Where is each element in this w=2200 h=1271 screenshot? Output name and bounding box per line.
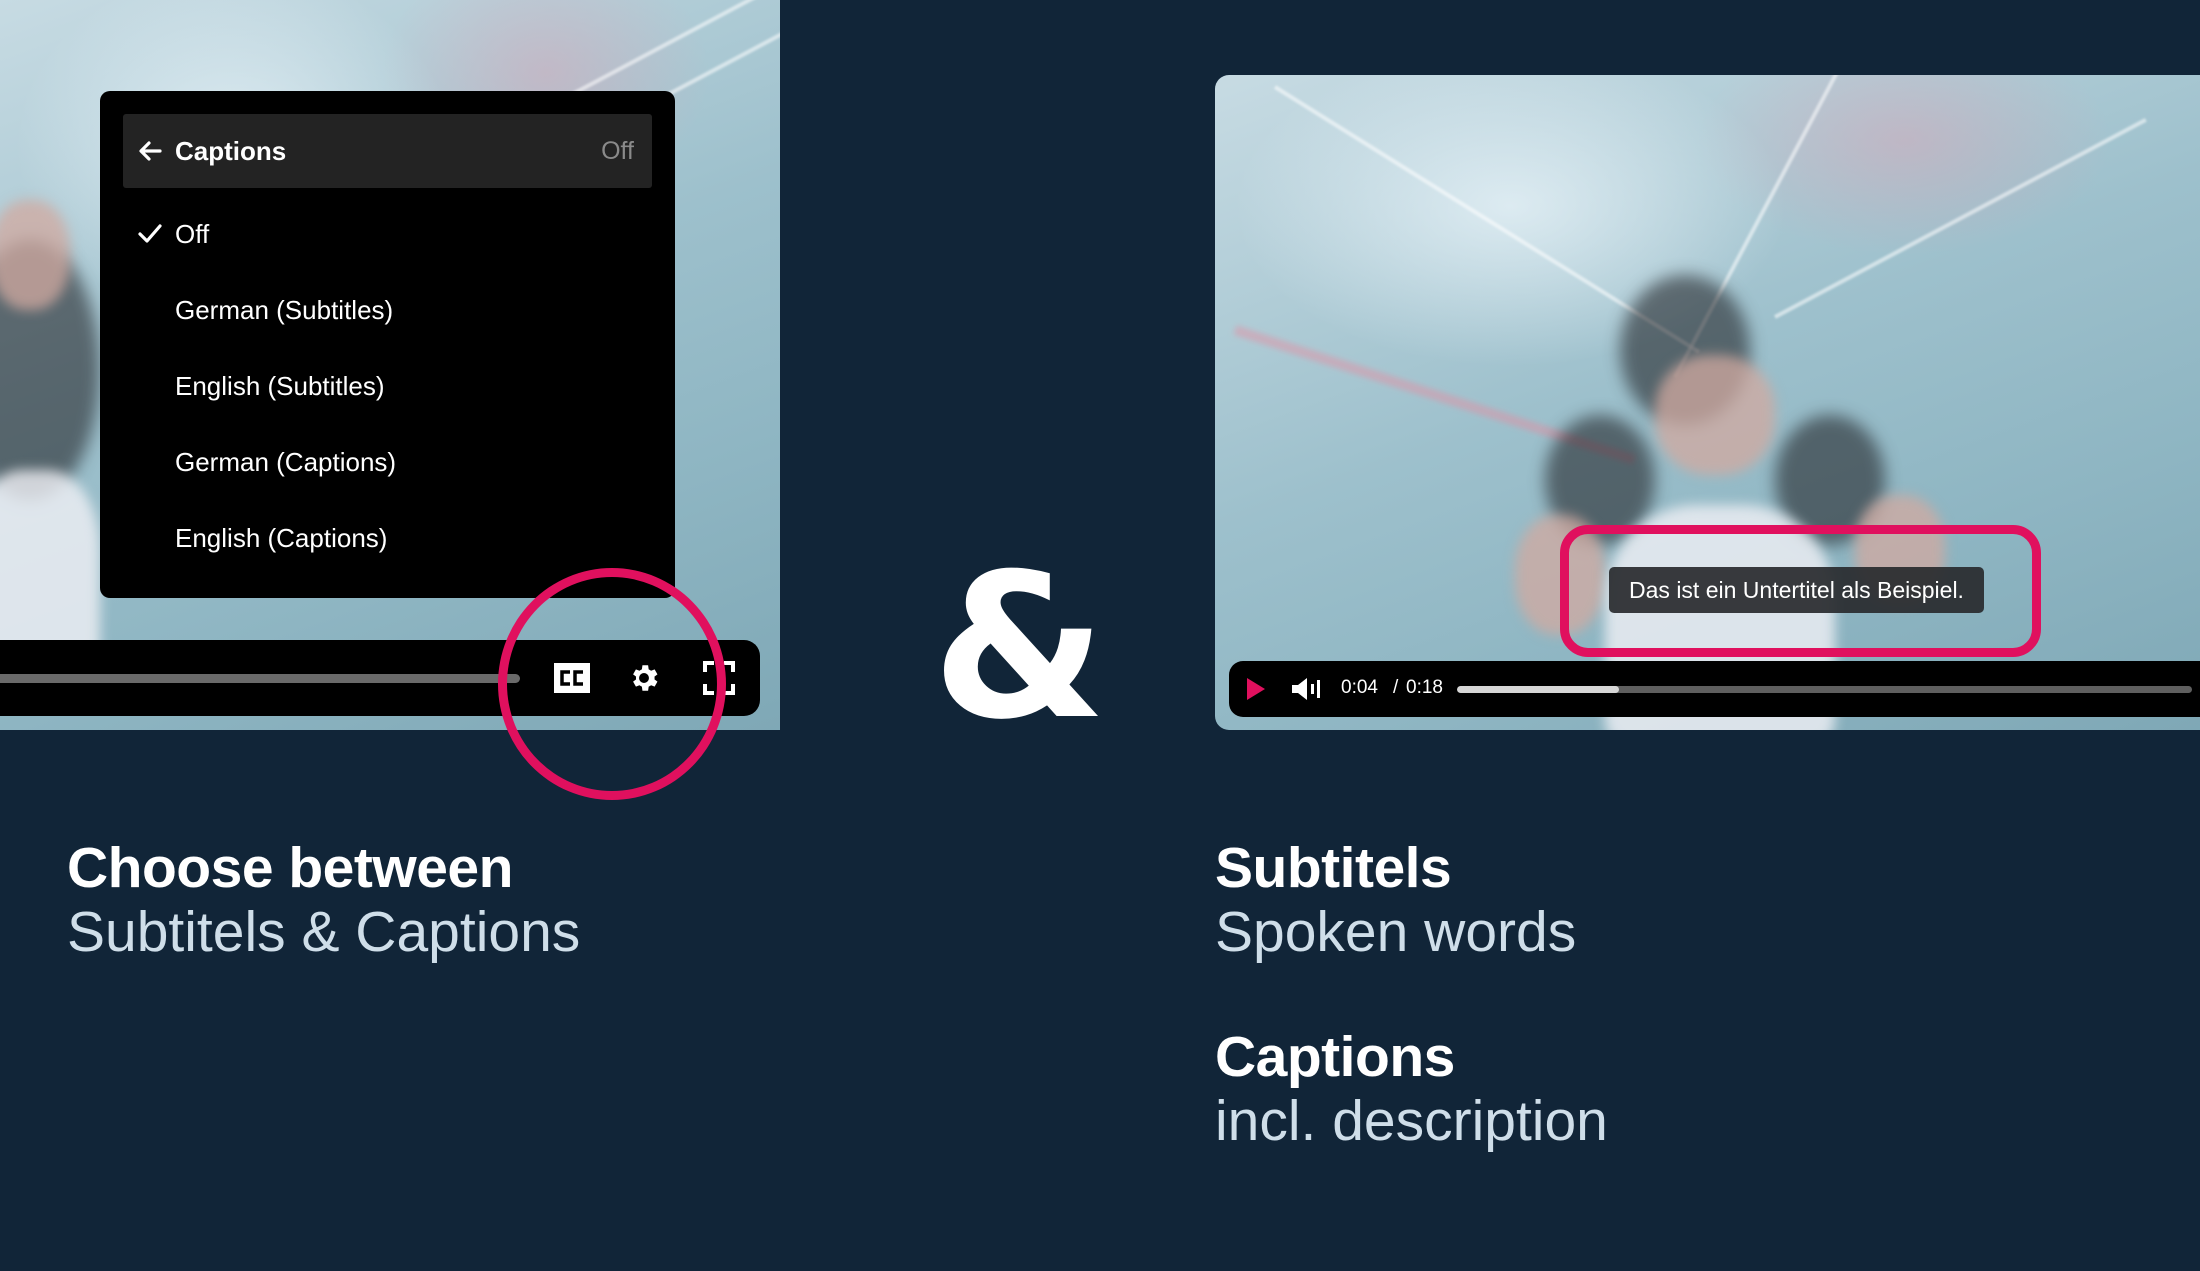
right-video-player[interactable]: Das ist ein Untertitel als Beispiel. 0:0…: [1215, 75, 2200, 730]
subtitles-subheading: Spoken words: [1215, 900, 1577, 964]
captions-menu-header[interactable]: Captions Off: [123, 114, 652, 188]
subtitles-heading: Subtitels: [1215, 836, 1452, 900]
left-progress-bar[interactable]: [0, 674, 520, 683]
right-control-bar: 0:04 / 0:18: [1229, 661, 2200, 717]
captions-option-off[interactable]: Off: [100, 204, 675, 264]
subtitles-description: Subtitels Spoken words: [1215, 836, 1576, 964]
arrow-left-icon[interactable]: [137, 138, 163, 164]
video-frame-detail: [1655, 355, 1775, 475]
captions-description: Captions incl. description: [1215, 1025, 1608, 1153]
time-separator: /: [1393, 677, 1399, 698]
captions-option-english-subtitles[interactable]: English (Subtitles): [100, 356, 675, 416]
captions-menu-title: Captions: [175, 135, 287, 166]
captions-option-label: German (Subtitles): [175, 294, 394, 325]
captions-option-german-captions[interactable]: German (Captions): [100, 432, 675, 492]
cc-highlight-circle: [498, 568, 726, 800]
captions-menu: Captions Off Off German (Subtitles) Engl…: [100, 91, 675, 598]
left-subheading: Subtitels & Captions: [67, 900, 581, 964]
video-frame-detail: [1774, 118, 2147, 319]
captions-option-label: Off: [175, 218, 210, 249]
video-frame-detail: [0, 200, 70, 310]
captions-option-german-subtitles[interactable]: German (Subtitles): [100, 280, 675, 340]
right-progress-bar[interactable]: [1457, 686, 2192, 693]
play-icon[interactable]: [1245, 677, 1267, 701]
left-description: Choose between Subtitels & Captions: [67, 836, 580, 964]
captions-subheading: incl. description: [1215, 1089, 1608, 1153]
current-time: 0:04: [1341, 677, 1378, 698]
volume-icon[interactable]: [1291, 676, 1323, 702]
captions-current-value: Off: [601, 136, 634, 165]
check-icon: [137, 221, 163, 247]
total-time: 0:18: [1406, 677, 1443, 698]
captions-option-label: English (Subtitles): [175, 370, 385, 401]
subtitle-highlight-frame: [1560, 525, 2041, 657]
progress-fill: [1457, 686, 1619, 693]
captions-option-english-captions[interactable]: English (Captions): [100, 508, 675, 568]
captions-heading: Captions: [1215, 1025, 1455, 1089]
captions-option-label: English (Captions): [175, 522, 388, 553]
captions-option-label: German (Captions): [175, 446, 397, 477]
ampersand-separator: &: [932, 531, 1107, 764]
left-heading: Choose between: [67, 836, 513, 900]
